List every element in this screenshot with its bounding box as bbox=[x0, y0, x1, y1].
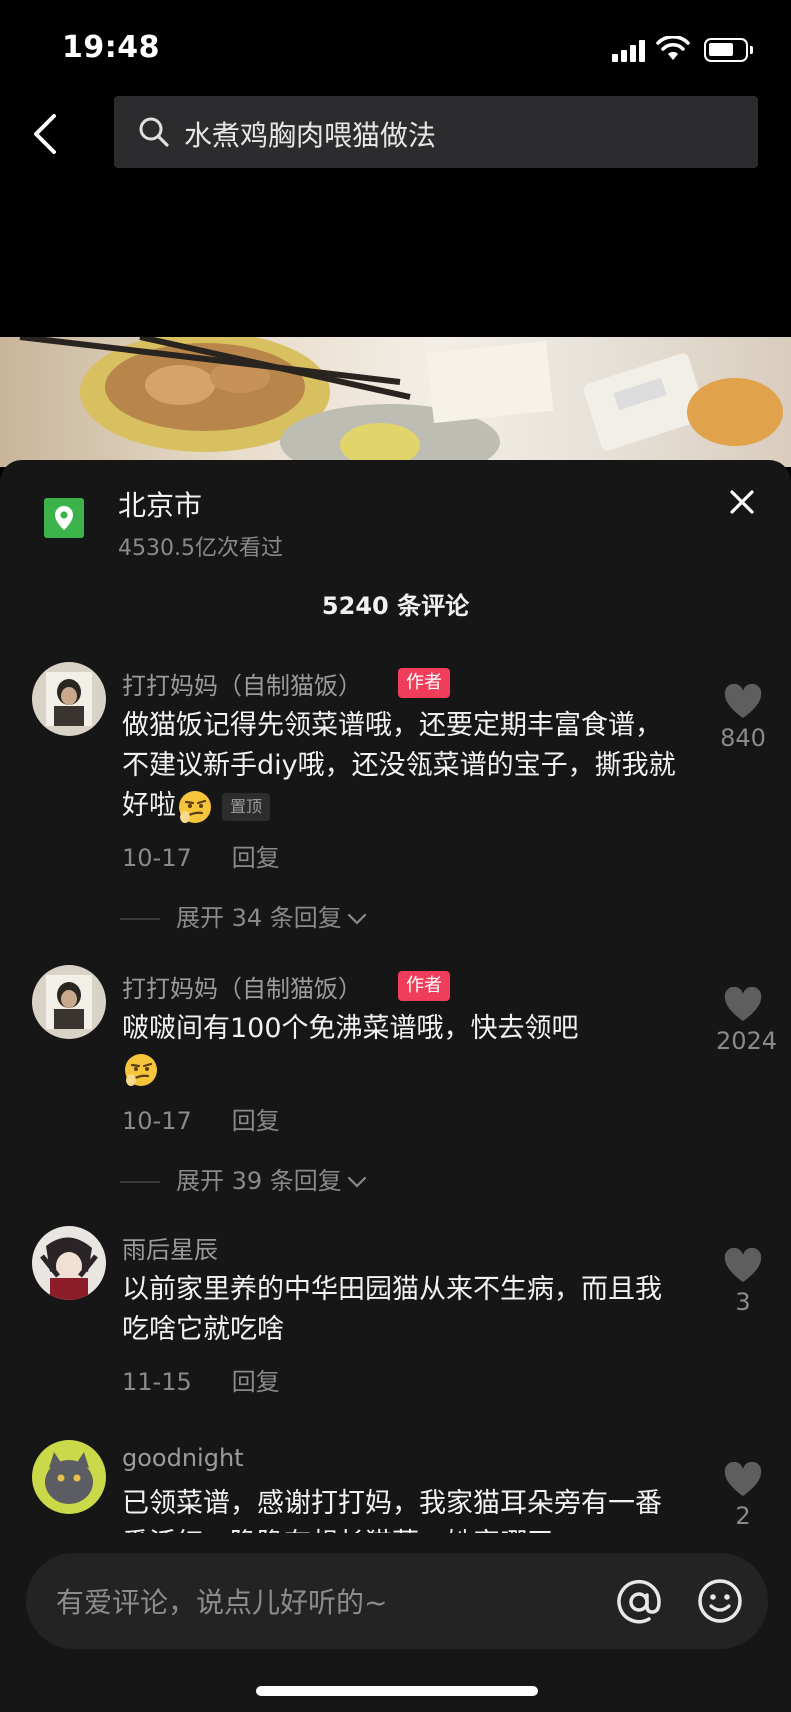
like-count: 2024 bbox=[716, 1027, 778, 1055]
expand-replies[interactable]: 展开 34 条回复 bbox=[120, 898, 368, 933]
comment-meta: 11-15 回复 bbox=[122, 1362, 280, 1397]
battery-icon bbox=[704, 38, 753, 62]
comment-date: 10-17 bbox=[122, 1107, 192, 1135]
like-button[interactable]: 2 bbox=[716, 1462, 770, 1530]
comment-date: 10-17 bbox=[122, 844, 192, 872]
comment-item: 打打妈妈（自制猫饭） 作者 做猫饭记得先领菜谱哦，还要定期丰富食谱，不建议新手d… bbox=[0, 662, 791, 932]
video-frame-image bbox=[19, 337, 783, 467]
comment-text-body: 啵啵间有100个免沸菜谱哦，快去领吧 bbox=[122, 1013, 579, 1044]
comment-item: 雨后星辰 以前家里养的中华田园猫从来不生病，而且我吃啥它就吃啥 11-15 回复 … bbox=[0, 1226, 791, 1396]
avatar[interactable] bbox=[32, 1226, 106, 1300]
pinned-badge: 置顶 bbox=[222, 792, 271, 821]
heart-icon bbox=[724, 684, 762, 718]
video-preview[interactable] bbox=[0, 337, 791, 467]
location-pin-icon bbox=[44, 498, 84, 538]
smirk-emoji-icon bbox=[125, 1053, 157, 1086]
heart-icon bbox=[724, 987, 762, 1021]
reply-button[interactable]: 回复 bbox=[232, 844, 280, 872]
comment-author[interactable]: goodnight bbox=[122, 1444, 244, 1472]
chevron-down-icon bbox=[347, 1176, 366, 1188]
search-query: 水煮鸡胸肉喂猫做法 bbox=[184, 119, 437, 152]
expand-replies-label: 展开 39 条回复 bbox=[176, 1167, 342, 1195]
reply-button[interactable]: 回复 bbox=[232, 1368, 280, 1396]
like-count: 840 bbox=[720, 724, 766, 752]
comment-date: 11-15 bbox=[122, 1368, 192, 1396]
comment-text: 以前家里养的中华田园猫从来不生病，而且我吃啥它就吃啥 bbox=[122, 1274, 662, 1345]
expand-replies[interactable]: 展开 39 条回复 bbox=[120, 1161, 368, 1196]
avatar[interactable] bbox=[32, 662, 106, 736]
reply-button[interactable]: 回复 bbox=[232, 1107, 280, 1135]
comment-item: 打打妈妈（自制猫饭） 作者 啵啵间有100个免沸菜谱哦，快去领吧 10-17 回复… bbox=[0, 965, 791, 1195]
comment-meta: 10-17 回复 bbox=[122, 838, 280, 873]
location-title[interactable]: 北京市 bbox=[118, 484, 202, 524]
expand-replies-label: 展开 34 条回复 bbox=[176, 904, 342, 932]
comment-count: 5240 条评论 bbox=[321, 592, 470, 620]
like-button[interactable]: 840 bbox=[716, 684, 770, 752]
comment-meta: 10-17 回复 bbox=[122, 1101, 280, 1136]
author-badge: 作者 bbox=[398, 668, 450, 698]
location-views: 4530.5亿次看过 bbox=[118, 536, 283, 561]
author-badge: 作者 bbox=[398, 971, 450, 1001]
comment-input[interactable]: 有爱评论，说点儿好听的~ bbox=[26, 1553, 768, 1649]
comment-sheet: 北京市 4530.5亿次看过 5240 条评论 打打妈妈（自制猫饭） 作者 做猫… bbox=[0, 460, 791, 1712]
avatar[interactable] bbox=[32, 1440, 106, 1514]
chevron-down-icon bbox=[347, 913, 366, 925]
like-count: 3 bbox=[735, 1288, 751, 1316]
smirk-emoji-icon bbox=[179, 790, 211, 823]
home-indicator[interactable] bbox=[256, 1686, 538, 1696]
heart-icon bbox=[724, 1248, 762, 1282]
back-button[interactable] bbox=[26, 110, 66, 158]
like-button[interactable]: 2024 bbox=[716, 987, 778, 1055]
comment-author[interactable]: 雨后星辰 bbox=[122, 1230, 218, 1265]
comment-author[interactable]: 打打妈妈（自制猫饭） bbox=[122, 666, 362, 701]
search-bar[interactable]: 水煮鸡胸肉喂猫做法 bbox=[114, 96, 758, 168]
comment-text: 啵啵间有100个免沸菜谱哦，快去领吧 bbox=[122, 1009, 682, 1089]
cellular-signal-icon bbox=[612, 40, 648, 62]
at-icon[interactable] bbox=[614, 1577, 664, 1627]
avatar[interactable] bbox=[32, 965, 106, 1039]
like-count: 2 bbox=[735, 1502, 751, 1530]
emoji-icon[interactable] bbox=[696, 1577, 744, 1625]
wifi-icon bbox=[656, 36, 690, 60]
comment-input-placeholder: 有爱评论，说点儿好听的~ bbox=[56, 1586, 388, 1619]
heart-icon bbox=[724, 1462, 762, 1496]
divider bbox=[120, 918, 160, 920]
divider bbox=[120, 1181, 160, 1183]
comment-author[interactable]: 打打妈妈（自制猫饭） bbox=[122, 969, 362, 1004]
search-icon bbox=[139, 117, 169, 147]
like-button[interactable]: 3 bbox=[716, 1248, 770, 1316]
status-time: 19:48 bbox=[62, 30, 160, 65]
close-icon[interactable] bbox=[728, 488, 756, 516]
comment-text: 做猫饭记得先领菜谱哦，还要定期丰富食谱，不建议新手diy哦，还没瓴菜谱的宝子，撕… bbox=[122, 706, 682, 826]
